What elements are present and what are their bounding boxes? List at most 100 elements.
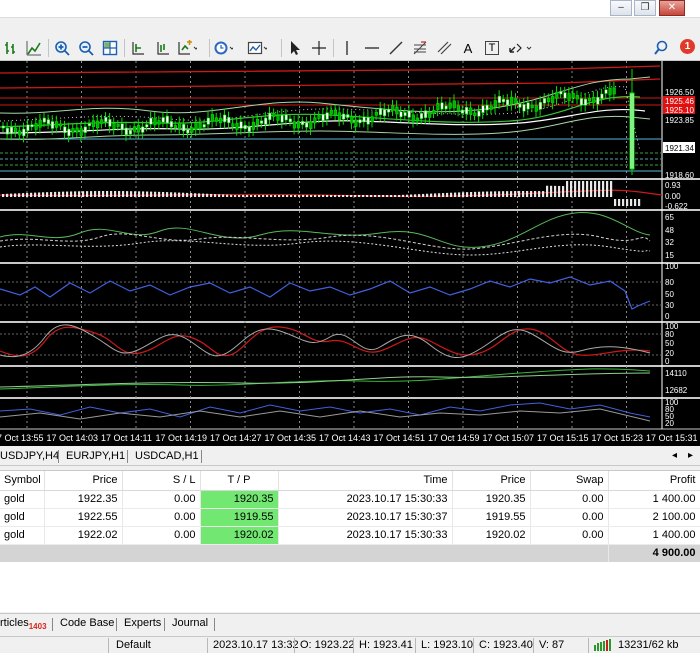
histogram-bar — [54, 191, 57, 197]
terminal-tabs: rticles1403 Code Base Experts Journal — [0, 613, 700, 633]
candle-body — [288, 118, 292, 123]
candle-body — [346, 114, 350, 118]
tab-code-base[interactable]: Code Base — [60, 617, 114, 629]
time-label: 17 Oct 14:19 — [156, 433, 208, 443]
candle-body — [403, 112, 407, 116]
histogram-bar — [94, 191, 97, 197]
col-tp[interactable]: T / P — [200, 471, 279, 491]
indicator-rsi: 100 80 50 30 0 — [0, 262, 679, 321]
total-profit: 4 900.00 — [608, 544, 700, 562]
periods-clock-icon[interactable] — [213, 38, 233, 58]
histogram-bar — [394, 195, 397, 197]
histogram-bar — [278, 195, 281, 197]
chart-tab-usdcad[interactable]: USDCAD,H1 — [135, 450, 199, 462]
histogram-bar — [138, 191, 141, 197]
text-icon[interactable]: A — [458, 38, 478, 58]
candle-body — [538, 102, 542, 110]
col-price[interactable]: Price — [44, 471, 123, 491]
tab-scroll-right-icon[interactable]: ▸ — [688, 450, 693, 461]
indicators-icon[interactable] — [177, 38, 197, 58]
tab-journal[interactable]: Journal — [172, 617, 208, 629]
col-close-price[interactable]: Price — [452, 471, 531, 491]
histogram-bar — [630, 199, 633, 206]
profit-cell: 1 400.00 — [608, 526, 700, 545]
col-profit[interactable]: Profit — [608, 471, 700, 491]
trade-row[interactable]: gold 1922.35 0.00 1920.35 2023.10.17 15:… — [0, 490, 700, 509]
candle-body — [432, 110, 436, 114]
chart-tab-usdjpy[interactable]: USDJPY,H4 — [0, 450, 59, 462]
candle-body — [128, 129, 133, 135]
trendline-icon[interactable] — [386, 38, 406, 58]
arrows-icon[interactable] — [508, 38, 534, 58]
candle-body — [91, 120, 96, 127]
histogram-bar — [294, 195, 297, 197]
notification-badge[interactable]: 1 — [680, 39, 695, 54]
histogram-bar — [254, 195, 257, 197]
histogram-bar — [214, 194, 217, 197]
candle-body — [493, 100, 497, 108]
tab-scroll-left-icon[interactable]: ◂ — [672, 450, 677, 461]
line-chart-icon[interactable] — [24, 38, 44, 58]
symbol-cell: gold — [0, 508, 45, 527]
fibonacci-icon[interactable] — [410, 38, 430, 58]
candle-body — [190, 127, 194, 133]
candle-body — [571, 92, 575, 99]
time-label: 17 Oct 15:15 — [537, 433, 589, 443]
candle-body — [124, 127, 128, 136]
price-panel — [0, 65, 662, 175]
cursor-icon[interactable] — [285, 38, 305, 58]
ind3-label-3: 30 — [665, 301, 674, 310]
candle-body — [546, 97, 551, 103]
histogram-bar — [418, 194, 421, 197]
tab-experts[interactable]: Experts — [124, 617, 161, 629]
chart-shift-icon[interactable] — [153, 38, 173, 58]
chart-tab-eurjpy[interactable]: EURJPY,H1 — [66, 450, 125, 462]
equidistant-channel-icon[interactable] — [434, 38, 454, 58]
histogram-bar — [510, 191, 513, 197]
col-symbol[interactable]: Symbol — [0, 471, 45, 491]
trade-row[interactable]: gold 1922.02 0.00 1920.02 2023.10.17 15:… — [0, 526, 700, 545]
candle-body — [563, 92, 567, 99]
histogram-bar — [78, 191, 81, 197]
candle-body — [510, 96, 514, 105]
bar-chart-icon[interactable] — [1, 38, 21, 58]
histogram-bar — [338, 195, 341, 197]
templates-icon[interactable] — [247, 38, 267, 58]
col-swap[interactable]: Swap — [530, 471, 609, 491]
minimize-button[interactable]: – — [610, 0, 632, 16]
tile-windows-icon[interactable] — [100, 38, 120, 58]
candle-body — [534, 105, 538, 112]
candle-body — [276, 115, 280, 121]
tab-articles[interactable]: rticles1403 — [0, 617, 47, 631]
candle-body — [292, 121, 297, 129]
profile-name[interactable]: Default — [116, 639, 151, 651]
time-cell: 2023.10.17 15:30:33 — [278, 490, 453, 509]
scroll-end-icon[interactable] — [128, 38, 148, 58]
trade-row[interactable]: gold 1922.55 0.00 1919.55 2023.10.17 15:… — [0, 508, 700, 527]
price-chart[interactable]: 1926.50 1925.46 1925.10 1923.85 1921.34 … — [0, 61, 700, 446]
connection-bars-icon[interactable] — [594, 639, 616, 653]
col-sl[interactable]: S / L — [122, 471, 201, 491]
zoom-in-icon[interactable] — [52, 38, 72, 58]
restore-button[interactable]: ❐ — [634, 0, 656, 16]
histogram-bar — [390, 195, 393, 197]
candle-body — [423, 110, 428, 118]
candle-body — [280, 114, 284, 123]
candle-body — [608, 87, 612, 96]
text-label-icon[interactable]: T — [482, 38, 502, 58]
zoom-out-icon[interactable] — [76, 38, 96, 58]
candle-body — [34, 123, 38, 130]
search-icon[interactable] — [651, 38, 671, 58]
candle-body — [362, 116, 366, 123]
time-label: 17 Oct 14:43 — [319, 433, 371, 443]
close-button[interactable]: ✕ — [659, 0, 685, 16]
histogram-bar — [34, 192, 37, 197]
horizontal-line-icon[interactable] — [362, 38, 382, 58]
ind3-label-4: 0 — [665, 312, 670, 321]
histogram-bar — [502, 191, 505, 197]
candle-body — [391, 105, 395, 111]
ind4-label-2: 50 — [665, 339, 674, 348]
vertical-line-icon[interactable] — [337, 38, 357, 58]
col-time[interactable]: Time — [278, 471, 453, 491]
crosshair-icon[interactable] — [309, 38, 329, 58]
